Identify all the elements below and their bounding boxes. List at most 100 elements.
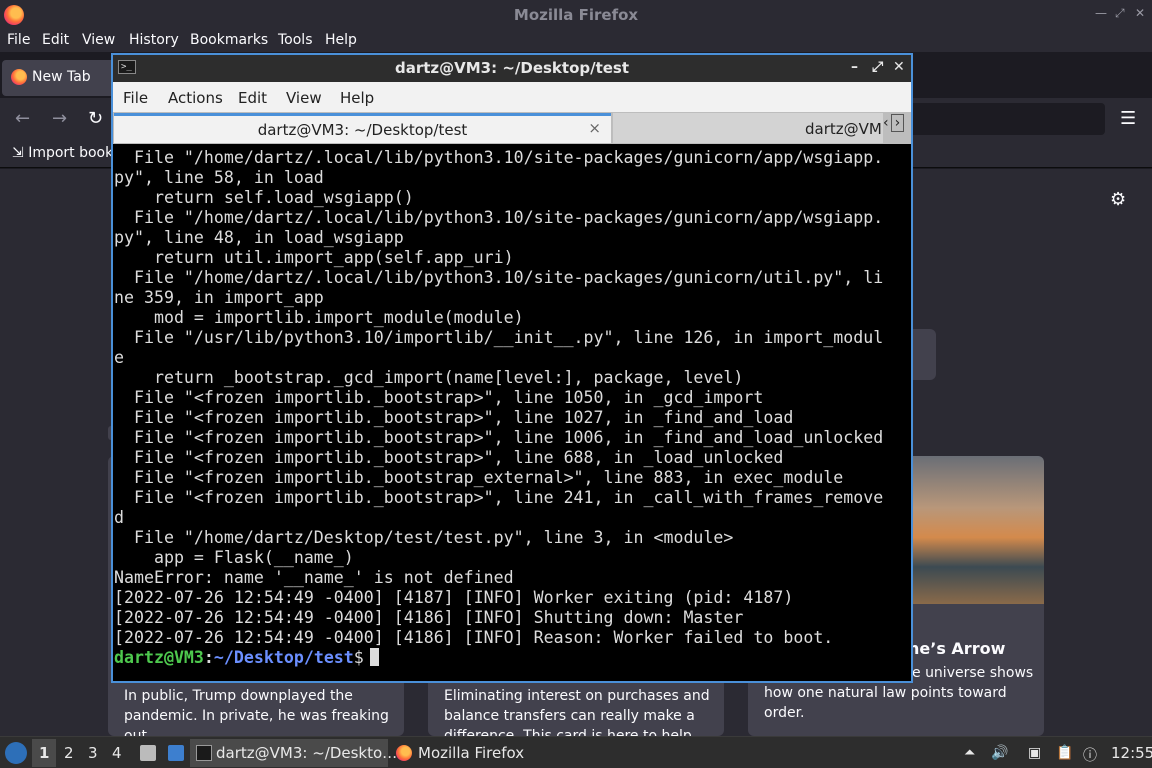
tab-label: New Tab (32, 69, 91, 85)
terminal-tabbar: dartz@VM3: ~/Desktop/test × dartz@VM3: ~… (113, 112, 911, 144)
terminal-output-line: return _bootstrap._gcd_import(name[level… (114, 368, 744, 387)
terminal-output-line: app = Flask(__name_) (114, 548, 354, 567)
close-icon[interactable]: ✕ (1135, 6, 1145, 20)
workspace-1[interactable]: 1 (39, 744, 49, 762)
taskbar-firefox-label: Mozilla Firefox (418, 744, 525, 762)
gear-icon[interactable]: ⚙ (1110, 189, 1126, 210)
file-manager-launcher[interactable] (134, 739, 158, 767)
terminal-menubar: File Actions Edit View Help (113, 82, 911, 112)
menu-history[interactable]: History (129, 32, 179, 48)
chevron-right-icon[interactable]: › (890, 114, 905, 132)
taskbar-terminal-button[interactable]: dartz@VM3: ~/Deskto… (190, 739, 397, 767)
close-icon[interactable]: ✕ (893, 59, 905, 75)
import-bookmarks-button[interactable]: ⇲ Import book (12, 145, 113, 161)
forward-icon[interactable]: → (52, 108, 67, 129)
terminal-prompt[interactable]: dartz@VM3:~/Desktop/test$ (114, 648, 379, 668)
menu-file[interactable]: File (7, 32, 30, 48)
terminal-output-line: [2022-07-26 12:54:49 -0400] [4187] [INFO… (114, 588, 794, 607)
terminal-output-line: e (114, 348, 124, 367)
menu-file[interactable]: File (123, 89, 148, 107)
menu-bookmarks[interactable]: Bookmarks (190, 32, 268, 48)
terminal-output-line: ne 359, in import_app (114, 288, 324, 307)
menu-view[interactable]: View (82, 32, 115, 48)
chevron-left-icon[interactable]: ‹ (883, 115, 889, 131)
import-bookmarks-label: Import book (28, 145, 114, 161)
notification-icon[interactable]: ⓘ (1083, 745, 1097, 765)
menu-tools[interactable]: Tools (278, 32, 313, 48)
prompt-path: ~/Desktop/test (213, 648, 354, 667)
story-card-3-text1: e universe shows (912, 665, 1034, 681)
back-icon[interactable]: ← (15, 108, 30, 129)
terminal-output-line: File "<frozen importlib._bootstrap>", li… (114, 488, 884, 507)
terminal-output-line: NameError: name '__name_' is not defined (114, 568, 514, 587)
firefox-tab-icon (11, 69, 27, 85)
firefox-menubar: File Edit View History Bookmarks Tools H… (0, 30, 1152, 52)
terminal-output[interactable]: File "/home/dartz/.local/lib/python3.10/… (114, 148, 910, 683)
terminal-tab-1-label: dartz@VM3: ~/Desktop/test (257, 121, 468, 139)
volume-icon[interactable]: 🔊 (991, 745, 1008, 761)
story-card-2-text2: balance transfers can really make a (444, 708, 695, 724)
menu-edit[interactable]: Edit (42, 32, 69, 48)
terminal-icon (196, 745, 212, 761)
tab-new-tab[interactable]: New Tab (2, 60, 120, 96)
terminal-output-line: d (114, 508, 124, 527)
menu-view[interactable]: View (286, 89, 322, 107)
network-icon[interactable]: ▣ (1028, 745, 1041, 761)
start-menu-icon[interactable] (5, 742, 27, 764)
terminal-output-line: File "<frozen importlib._bootstrap>", li… (114, 448, 784, 467)
terminal-output-line: mod = importlib.import_module(module) (114, 308, 524, 327)
terminal-output-line: File "/home/dartz/.local/lib/python3.10/… (114, 208, 884, 227)
tab-close-icon[interactable]: × (588, 119, 601, 137)
menu-actions[interactable]: Actions (168, 89, 223, 107)
hamburger-menu-icon[interactable]: ☰ (1120, 108, 1136, 129)
story-card-3-text2: how one natural law points toward order. (764, 685, 1007, 721)
tab-scroll-arrows[interactable]: ‹ › (883, 114, 909, 141)
workspace-4[interactable]: 4 (112, 744, 122, 762)
terminal-output-line: File "/home/dartz/.local/lib/python3.10/… (114, 268, 884, 287)
terminal-output-line: File "<frozen importlib._bootstrap_exter… (114, 468, 844, 487)
workspace-3[interactable]: 3 (88, 744, 98, 762)
workspace-2[interactable]: 2 (64, 744, 74, 762)
terminal-window-title: dartz@VM3: ~/Desktop/test (394, 59, 630, 77)
story-card-1-text2: pandemic. In private, he was freaking ou… (124, 708, 389, 736)
firefox-icon (396, 745, 412, 761)
maximize-icon[interactable]: ⤢ (1115, 6, 1125, 21)
taskbar: 1 2 3 4 dartz@VM3: ~/Deskto… Mozilla Fir… (0, 736, 1152, 768)
prompt-user-host: dartz@VM3 (114, 648, 204, 667)
firefox-window-title: Mozilla Firefox (513, 6, 639, 24)
clock: 12:55 (1111, 744, 1152, 762)
story-card-2-text1: Eliminating interest on purchases and (444, 688, 710, 704)
story-card-1-text1: In public, Trump downplayed the (124, 688, 353, 704)
reload-icon[interactable]: ↻ (88, 108, 103, 129)
terminal-output-line: File "<frozen importlib._bootstrap>", li… (114, 408, 794, 427)
menu-edit[interactable]: Edit (238, 89, 267, 107)
terminal-output-line: [2022-07-26 12:54:49 -0400] [4186] [INFO… (114, 628, 834, 647)
terminal-output-line: File "/home/dartz/Desktop/test/test.py",… (114, 528, 734, 547)
story-card-2-text3: difference. This card is here to help (444, 728, 692, 736)
terminal-output-line: File "/usr/lib/python3.10/importlib/__in… (114, 328, 884, 347)
file-manager-icon (140, 745, 156, 761)
desktop-icon (168, 745, 184, 761)
menu-help[interactable]: Help (340, 89, 374, 107)
terminal-tab-1[interactable]: dartz@VM3: ~/Desktop/test × (114, 113, 611, 143)
minimize-icon[interactable]: – (851, 59, 858, 75)
terminal-tab-2[interactable]: dartz@VM3: ~/Desktop/test (613, 113, 883, 143)
menu-help[interactable]: Help (325, 32, 357, 48)
prompt-dollar: $ (353, 648, 364, 667)
taskbar-firefox-button[interactable]: Mozilla Firefox (390, 739, 530, 767)
text-cursor (369, 648, 379, 666)
terminal-output-line: return self.load_wsgiapp() (114, 188, 414, 207)
terminal-window: >_ dartz@VM3: ~/Desktop/test – ⤢ ✕ File … (111, 53, 913, 683)
url-bar[interactable] (900, 103, 1105, 135)
story-card-3-title: ne’s Arrow (908, 639, 1006, 658)
clipboard-icon[interactable]: 📋 (1056, 745, 1073, 761)
terminal-output-line: [2022-07-26 12:54:49 -0400] [4186] [INFO… (114, 608, 744, 627)
terminal-titlebar: >_ dartz@VM3: ~/Desktop/test – ⤢ ✕ (113, 55, 911, 82)
prompt-colon: : (203, 648, 214, 667)
terminal-output-line: File "<frozen importlib._bootstrap>", li… (114, 428, 884, 447)
minimize-icon[interactable]: — (1095, 6, 1107, 20)
maximize-icon[interactable]: ⤢ (872, 59, 883, 75)
tray-up-icon[interactable]: ⏶ (964, 745, 975, 761)
terminal-output-line: File "<frozen importlib._bootstrap>", li… (114, 388, 764, 407)
desktop-launcher[interactable] (162, 739, 186, 767)
